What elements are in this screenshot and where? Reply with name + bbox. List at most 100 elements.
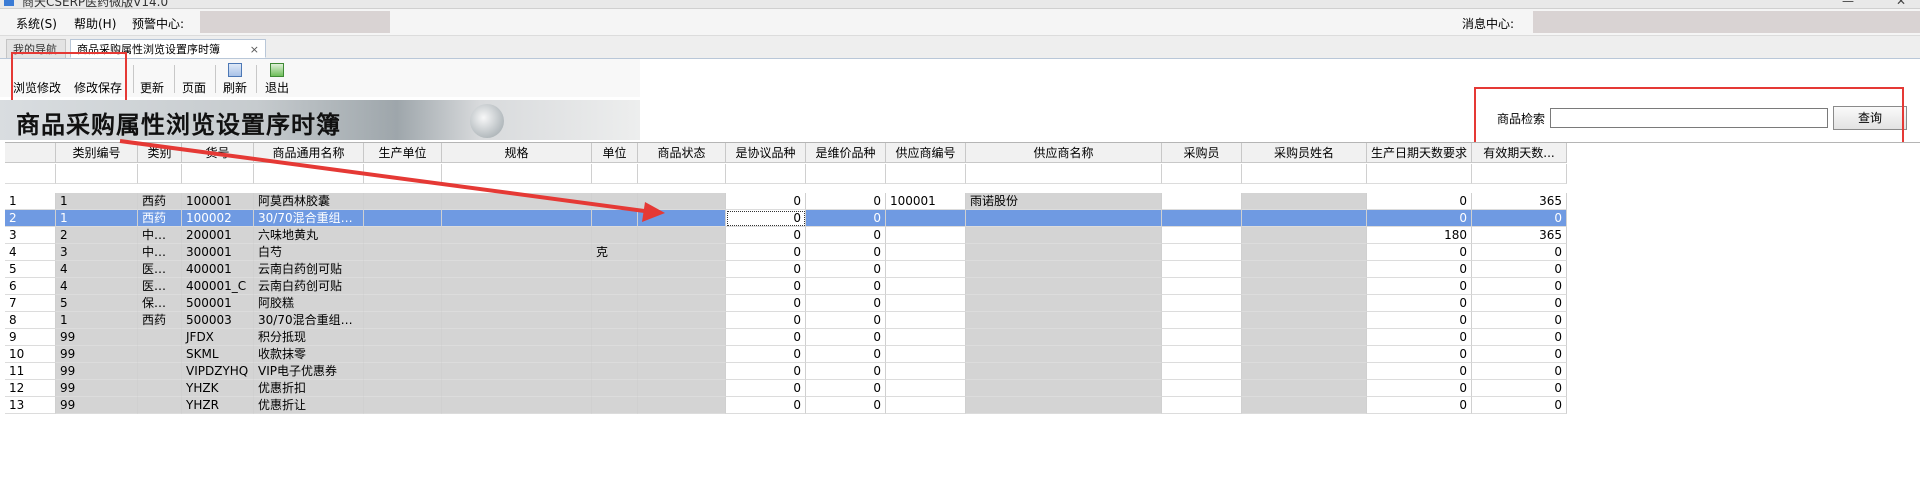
table-cell[interactable] xyxy=(1242,295,1367,312)
table-cell[interactable] xyxy=(592,329,638,346)
row-number-cell[interactable]: 8 xyxy=(5,312,56,329)
table-cell[interactable] xyxy=(966,380,1162,397)
table-cell[interactable] xyxy=(1242,312,1367,329)
table-cell[interactable]: 0 xyxy=(1472,261,1567,278)
table-cell[interactable]: 0 xyxy=(1367,295,1472,312)
refresh-button[interactable]: 刷新 xyxy=(221,61,249,95)
table-cell[interactable]: 六味地黄丸 xyxy=(254,227,364,244)
table-cell[interactable]: 中成药 xyxy=(138,227,182,244)
table-cell[interactable]: 0 xyxy=(1367,278,1472,295)
table-cell[interactable] xyxy=(886,244,966,261)
filter-cell[interactable] xyxy=(1472,164,1567,184)
alert-center-field[interactable] xyxy=(200,11,390,33)
table-cell[interactable] xyxy=(364,210,442,227)
table-cell[interactable] xyxy=(442,346,592,363)
table-cell[interactable]: 西药 xyxy=(138,210,182,227)
column-header[interactable]: 单位 xyxy=(592,143,638,163)
table-cell[interactable]: 99 xyxy=(56,380,138,397)
table-cell[interactable]: 0 xyxy=(806,329,886,346)
table-cell[interactable] xyxy=(1242,397,1367,414)
table-cell[interactable] xyxy=(442,244,592,261)
table-cell[interactable]: 0 xyxy=(1367,244,1472,261)
table-cell[interactable] xyxy=(966,278,1162,295)
table-cell[interactable]: 0 xyxy=(806,227,886,244)
table-cell[interactable] xyxy=(1242,210,1367,227)
table-cell[interactable] xyxy=(638,261,726,278)
table-cell[interactable] xyxy=(1162,278,1242,295)
table-cell[interactable] xyxy=(1242,261,1367,278)
table-cell[interactable] xyxy=(442,363,592,380)
table-cell[interactable]: 0 xyxy=(806,312,886,329)
table-cell[interactable]: 云南白药创可贴 xyxy=(254,278,364,295)
table-cell[interactable]: 0 xyxy=(726,193,806,210)
table-cell[interactable]: 0 xyxy=(806,363,886,380)
table-cell[interactable]: 中药... xyxy=(138,244,182,261)
table-cell[interactable] xyxy=(638,329,726,346)
table-cell[interactable]: 4 xyxy=(56,261,138,278)
menu-system[interactable]: 系统(S) xyxy=(16,15,57,32)
table-cell[interactable] xyxy=(592,397,638,414)
table-cell[interactable] xyxy=(138,346,182,363)
table-cell[interactable] xyxy=(364,227,442,244)
row-number-cell[interactable]: 2 xyxy=(5,210,56,227)
column-header[interactable]: 商品状态 xyxy=(638,143,726,163)
table-cell[interactable] xyxy=(138,397,182,414)
column-header[interactable]: 是协议品种 xyxy=(726,143,806,163)
filter-cell[interactable] xyxy=(638,164,726,184)
table-cell[interactable] xyxy=(592,363,638,380)
table-cell[interactable] xyxy=(592,193,638,210)
table-row[interactable]: 11 99 VIPDZYHQ VIP电子优惠券 0 0 0 0 xyxy=(5,363,1920,380)
table-cell[interactable] xyxy=(364,346,442,363)
table-cell[interactable] xyxy=(364,261,442,278)
table-cell[interactable]: 500003 xyxy=(182,312,254,329)
filter-cell[interactable] xyxy=(56,164,138,184)
table-cell[interactable]: 白芍 xyxy=(254,244,364,261)
table-cell[interactable]: 1 xyxy=(56,312,138,329)
exit-button[interactable]: 退出 xyxy=(263,61,291,95)
table-cell[interactable] xyxy=(966,261,1162,278)
table-cell[interactable]: 1 xyxy=(56,193,138,210)
column-header[interactable]: 货号 xyxy=(182,143,254,163)
filter-cell[interactable] xyxy=(726,164,806,184)
table-cell[interactable] xyxy=(638,346,726,363)
table-cell[interactable] xyxy=(364,193,442,210)
table-cell[interactable] xyxy=(886,261,966,278)
update-button[interactable]: 更新 xyxy=(138,61,166,219)
table-cell[interactable]: 0 xyxy=(1472,397,1567,414)
table-cell[interactable]: 0 xyxy=(1367,261,1472,278)
table-cell[interactable] xyxy=(886,295,966,312)
table-cell[interactable]: 0 xyxy=(726,312,806,329)
table-cell[interactable]: 100002 xyxy=(182,210,254,227)
table-cell[interactable] xyxy=(138,363,182,380)
row-number-cell[interactable]: 7 xyxy=(5,295,56,312)
table-cell[interactable] xyxy=(1242,346,1367,363)
table-cell[interactable]: 医疗... xyxy=(138,261,182,278)
table-cell[interactable] xyxy=(1242,227,1367,244)
table-cell[interactable] xyxy=(966,329,1162,346)
table-cell[interactable] xyxy=(592,210,638,227)
table-cell[interactable]: 0 xyxy=(726,244,806,261)
table-cell[interactable] xyxy=(638,363,726,380)
table-cell[interactable]: 0 xyxy=(726,278,806,295)
row-number-cell[interactable]: 5 xyxy=(5,261,56,278)
table-cell[interactable]: 西药 xyxy=(138,312,182,329)
table-cell[interactable]: 1 xyxy=(56,210,138,227)
table-cell[interactable] xyxy=(638,380,726,397)
filter-cell[interactable] xyxy=(886,164,966,184)
table-cell[interactable] xyxy=(442,380,592,397)
table-cell[interactable] xyxy=(966,397,1162,414)
table-cell[interactable] xyxy=(886,210,966,227)
table-cell[interactable]: 0 xyxy=(1367,193,1472,210)
table-cell[interactable]: 0 xyxy=(806,380,886,397)
table-cell[interactable]: 克 xyxy=(592,244,638,261)
row-number-cell[interactable]: 4 xyxy=(5,244,56,261)
row-number-cell[interactable]: 9 xyxy=(5,329,56,346)
table-cell[interactable]: 99 xyxy=(56,346,138,363)
table-cell[interactable] xyxy=(638,295,726,312)
row-number-cell[interactable]: 1 xyxy=(5,193,56,210)
table-cell[interactable] xyxy=(364,244,442,261)
minimize-icon[interactable]: — xyxy=(1842,0,1854,8)
table-cell[interactable] xyxy=(1162,329,1242,346)
column-header[interactable]: 规格 xyxy=(442,143,592,163)
table-cell[interactable]: 0 xyxy=(806,193,886,210)
